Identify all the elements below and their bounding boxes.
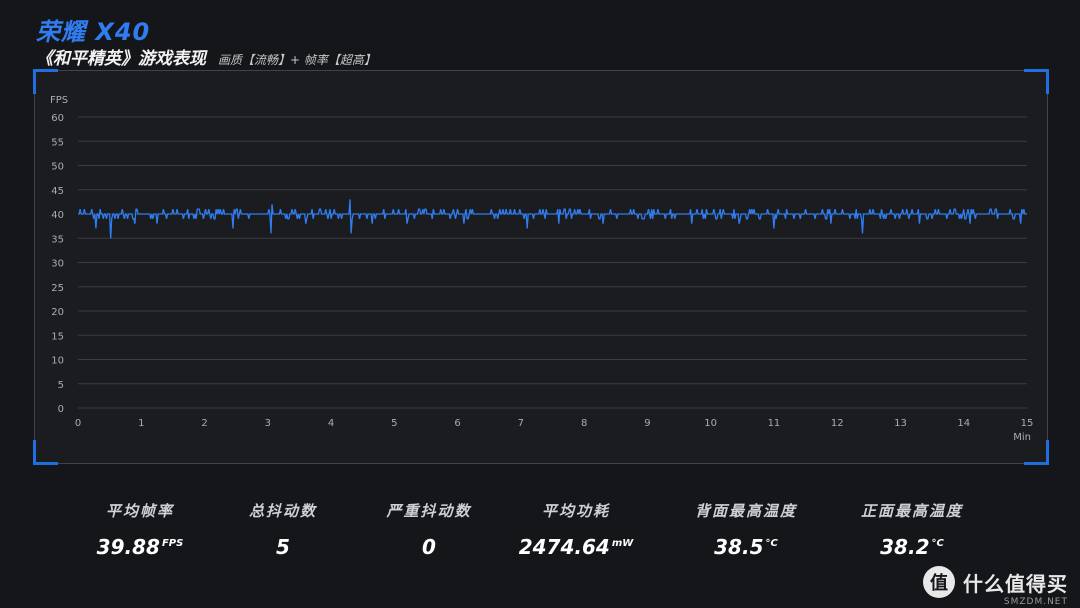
settings-label: 画质【流畅】+ 帧率【超高】 (218, 53, 376, 67)
y-tick-label: 10 (51, 356, 64, 367)
y-tick-label: 40 (51, 210, 64, 221)
logo-badge-icon: 值 (923, 566, 955, 598)
x-tick-label: 15 (1021, 418, 1034, 429)
fps-line-chart: 0510152025303540455055600 1 2 3 4 5 6 7 8 9 10 11 12… (50, 95, 1034, 443)
x-tick-label: 4 (328, 418, 334, 429)
x-tick-label: 2 (201, 418, 207, 429)
y-tick-label: 45 (51, 186, 64, 197)
y-tick-label: 30 (51, 259, 64, 270)
stat-item: 背面最高温度 38.5 °C (656, 500, 836, 559)
y-tick-label: 25 (51, 283, 64, 294)
y-axis-label: FPS (50, 95, 68, 106)
subtitle-row: 《和平精英》游戏表现 画质【流畅】+ 帧率【超高】 (36, 44, 376, 69)
stat-value: 2474.64 mW (486, 535, 666, 559)
y-tick-label: 55 (51, 137, 64, 148)
brand-title: 荣耀 X40 (36, 18, 151, 46)
logo-text: 什么值得买 (963, 571, 1068, 596)
stat-item: 正面最高温度 38.2 °C (822, 500, 1002, 559)
y-tick-label: 60 (51, 113, 64, 124)
stat-unit: FPS (161, 538, 184, 550)
watermark-logo: 值 什么值得买 SMZDM.NET (923, 566, 1068, 607)
stat-number: 5 (276, 535, 290, 559)
y-tick-label: 5 (58, 380, 64, 391)
stat-number: 0 (422, 535, 436, 559)
fps-series-line (78, 199, 1027, 239)
stat-unit: °C (931, 538, 944, 550)
x-tick-label: 14 (957, 418, 970, 429)
x-axis-label: Min (1013, 432, 1031, 443)
stat-label: 平均功耗 (541, 502, 610, 520)
stat-number: 39.88 (96, 535, 160, 559)
stat-unit: °C (765, 538, 778, 550)
stats-row: 平均帧率 39.88 FPS 总抖动数 5 严重抖动数 0 平均功耗 2474.64 mW 背面最高… (0, 500, 1080, 570)
stat-item: 平均功耗 2474.64 mW (486, 500, 666, 559)
x-tick-label: 0 (75, 418, 81, 429)
x-tick-label: 6 (454, 418, 460, 429)
stat-label: 正面最高温度 (860, 502, 963, 520)
stat-number: 38.5 (714, 535, 764, 559)
x-tick-label: 10 (704, 418, 717, 429)
y-tick-label: 0 (58, 404, 64, 415)
x-tick-label: 7 (518, 418, 524, 429)
x-tick-label: 8 (581, 418, 587, 429)
chart-frame: 0 5 10 15 20 25 30 35 40 45 50 55 60 0 1 2 3 4 5 6 7 8 9 10 11 12… (33, 69, 1049, 465)
x-tick-label: 13 (894, 418, 907, 429)
stat-number: 38.2 (880, 535, 930, 559)
stat-value: 38.5 °C (656, 535, 836, 559)
y-tick-label: 35 (51, 234, 64, 245)
game-title: 《和平精英》游戏表现 (36, 49, 206, 69)
x-tick-label: 1 (138, 418, 144, 429)
y-tick-label: 15 (51, 331, 64, 342)
y-tick-label: 20 (51, 307, 64, 318)
stat-unit: mW (611, 538, 634, 550)
x-tick-label: 3 (265, 418, 271, 429)
stat-value: 38.2 °C (822, 535, 1002, 559)
y-tick-label: 50 (51, 162, 64, 173)
x-tick-label: 9 (644, 418, 650, 429)
x-tick-label: 12 (831, 418, 844, 429)
logo-sub-text: SMZDM.NET (1003, 597, 1068, 607)
x-tick-label: 11 (768, 418, 781, 429)
stat-number: 2474.64 (518, 535, 610, 559)
x-tick-label: 5 (391, 418, 397, 429)
stat-label: 背面最高温度 (694, 502, 797, 520)
